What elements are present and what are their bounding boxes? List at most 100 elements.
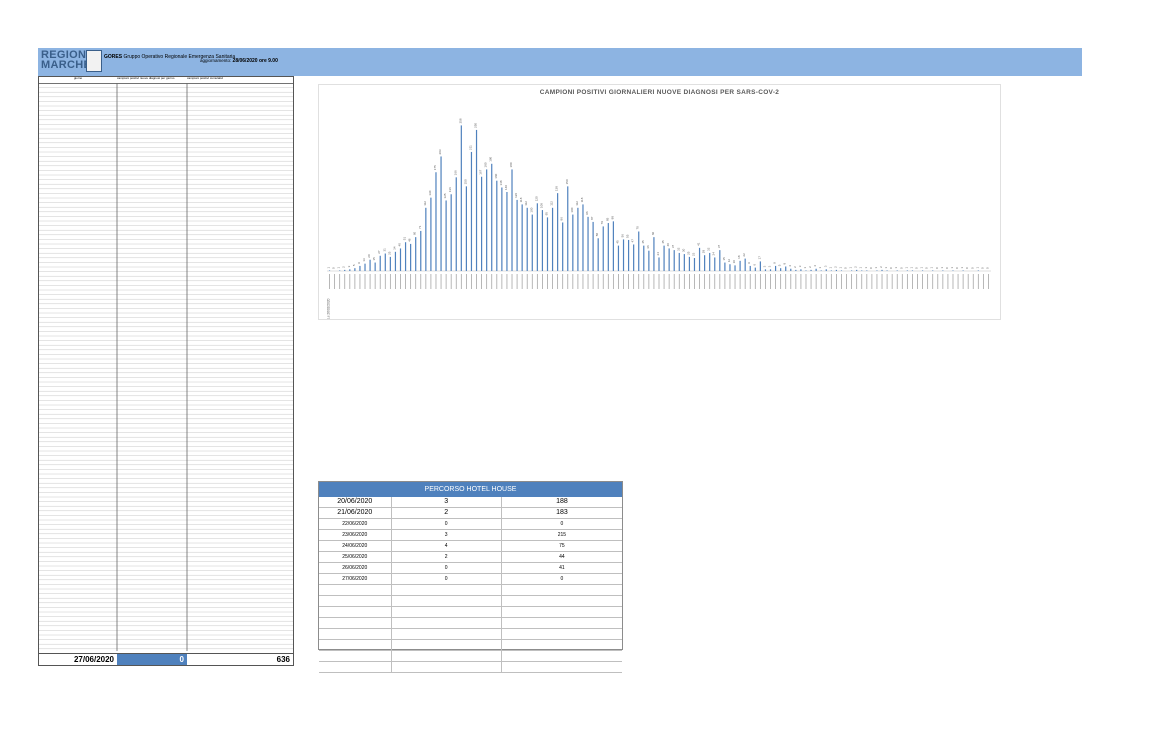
chart-bar — [709, 252, 711, 271]
chart-tick-label — [374, 274, 376, 289]
hotel-date: 25/06/2020 — [319, 552, 392, 562]
chart-data-label: 203 — [438, 149, 442, 154]
chart-data-label: 71 — [418, 225, 422, 229]
chart-bar — [359, 265, 361, 271]
chart-bar — [531, 214, 533, 271]
chart-tick-label — [805, 274, 807, 289]
chart-tick-label — [481, 274, 482, 289]
chart-data-label: 160 — [494, 173, 498, 178]
chart-bar — [840, 270, 843, 271]
chart-tick-label — [906, 274, 908, 289]
chart-bar — [911, 270, 914, 271]
hotel-date: 20/06/2020 — [319, 497, 392, 507]
chart-data-label: 1 — [818, 266, 822, 268]
hotel-table-title: PERCORSO HOTEL HOUSE — [319, 482, 622, 497]
chart-data-label: 180 — [509, 162, 513, 167]
chart-tick-label — [709, 274, 711, 289]
chart-tick-label — [785, 274, 787, 289]
update-value: 28/06/2020 ore 9.00 — [232, 58, 278, 64]
chart-data-label: 86 — [560, 217, 564, 221]
chart-bar — [729, 264, 731, 271]
chart-bar — [815, 268, 817, 271]
chart-tick-label — [364, 274, 366, 289]
chart-data-label: 47 — [631, 239, 635, 243]
chart-tick-label — [653, 274, 655, 289]
chart-data-label: 1 — [960, 266, 964, 268]
chart-tick-label — [359, 274, 361, 289]
hotel-total: 0 — [560, 576, 564, 582]
chart-data-label: 60 — [651, 231, 655, 235]
chart-data-label: 118 — [519, 197, 523, 202]
chart-bar — [410, 243, 412, 271]
chart-data-label: 1 — [828, 266, 832, 268]
chart-bar — [805, 270, 807, 271]
table-footer: 27/06/2020 0 636 — [39, 653, 293, 665]
chart-bar — [617, 245, 620, 271]
chart-data-label: 167 — [479, 169, 483, 174]
hotel-row: 22/06/2020 0 0 — [319, 519, 622, 530]
chart-bar — [587, 216, 589, 271]
chart-data-label: 1 — [930, 266, 934, 268]
chart-data-label: 1 — [849, 266, 853, 268]
chart-data-label: 79 — [600, 221, 604, 225]
chart-data-label: 120 — [534, 196, 538, 201]
chart-data-label: 9 — [357, 262, 361, 264]
chart-bar — [688, 256, 691, 271]
chart-bar — [602, 226, 604, 271]
chart-tick-label — [521, 274, 523, 289]
chart-data-label: 9 — [773, 262, 777, 264]
hotel-count: 2 — [392, 552, 502, 562]
chart-tick-label — [415, 274, 417, 289]
footer-value: 0 — [117, 654, 187, 665]
chart-tick-label — [440, 274, 442, 289]
hotel-empty-row — [319, 585, 622, 596]
crest-icon — [86, 50, 102, 72]
chart-data-label: 45 — [661, 240, 665, 244]
chart-bar — [577, 207, 579, 271]
chart-tick-label — [618, 274, 619, 289]
chart-bar — [344, 269, 346, 271]
chart-bar — [369, 259, 371, 271]
chart-bar — [861, 270, 863, 271]
chart-tick-label — [567, 274, 569, 289]
chart-tick-label — [861, 274, 863, 289]
chart-data-label: 2 — [854, 266, 858, 268]
chart-data-label: 1 — [940, 266, 944, 268]
chart-bar — [734, 265, 736, 271]
chart-data-label: 0 — [925, 267, 929, 269]
chart-bar — [486, 169, 488, 271]
hotel-total: 0 — [560, 521, 564, 527]
chart-tick-label — [704, 274, 706, 289]
chart-tick-label — [582, 274, 584, 289]
chart-tick-label — [942, 274, 944, 289]
chart-data-label: 55 — [626, 234, 630, 238]
hotel-count: 3 — [392, 530, 502, 540]
gores-title: GORES — [104, 54, 123, 60]
chart-tick-label — [780, 274, 782, 289]
hotel-house-table: PERCORSO HOTEL HOUSE 20/06/2020 3 188 21/06… — [318, 481, 623, 673]
hotel-total: 41 — [559, 565, 565, 571]
chart-data-label: 25 — [686, 251, 690, 255]
chart-tick-label — [871, 274, 873, 289]
chart-tick-label — [465, 274, 467, 289]
chart-tick-label — [612, 274, 614, 289]
chart-tick-label — [542, 274, 543, 289]
chart-tick-label — [714, 274, 716, 289]
hotel-date: 22/06/2020 — [319, 519, 392, 529]
chart-bar — [633, 244, 635, 271]
chart-tick-label — [972, 274, 974, 289]
chart-tick-label — [389, 274, 391, 289]
chart-data-label: 1 — [864, 266, 868, 268]
chart-tick-label — [841, 274, 842, 289]
chart-tick-label — [501, 274, 503, 289]
chart-data-label: 37 — [717, 244, 721, 248]
chart-data-label: 0 — [945, 267, 949, 269]
chart-tick-label — [552, 274, 553, 289]
chart-data-label: 56 — [621, 234, 625, 238]
chart-tick-label — [557, 274, 559, 289]
chart-tick-label — [896, 274, 898, 289]
footer-date: 27/06/2020 — [73, 655, 114, 664]
chart-bar — [663, 245, 665, 271]
chart-tick-label — [947, 274, 949, 289]
chart-data-label: 150 — [463, 179, 467, 184]
